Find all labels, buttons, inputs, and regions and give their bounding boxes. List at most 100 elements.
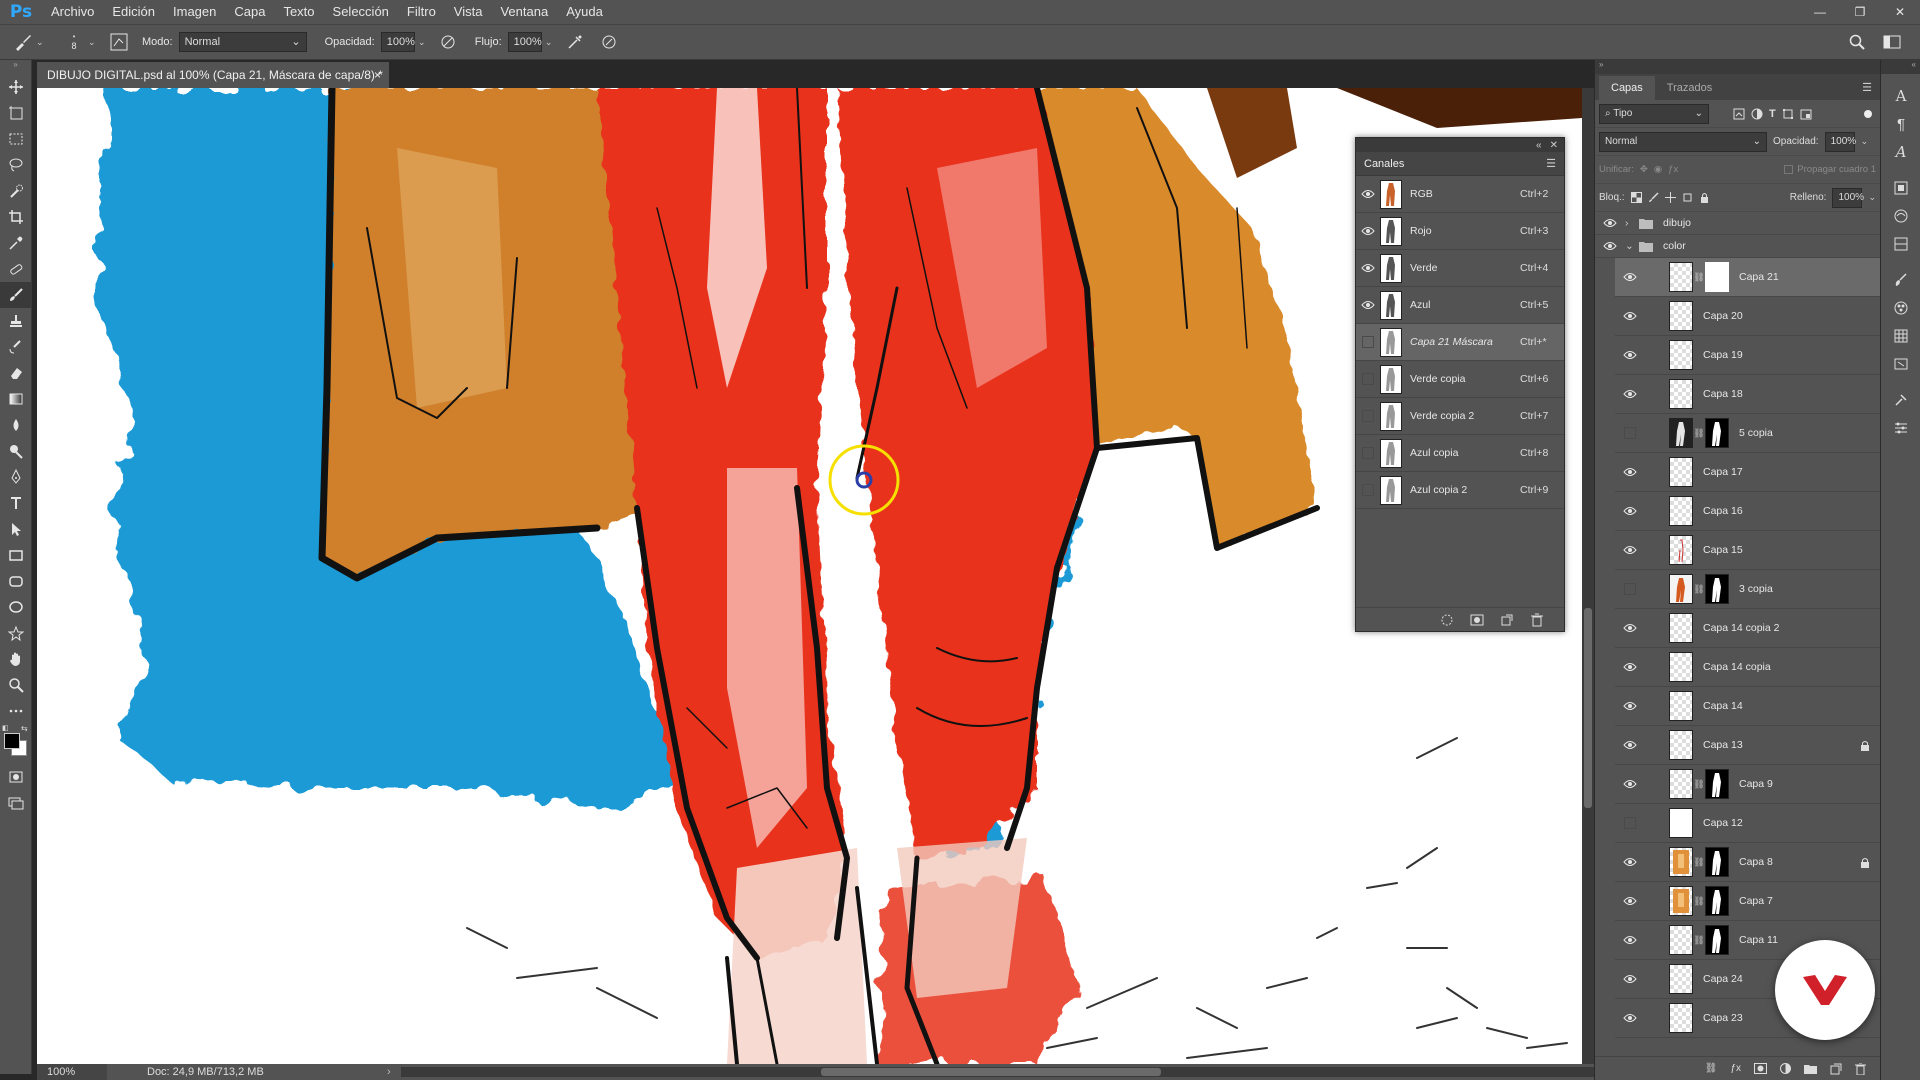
eye-icon[interactable] [1595,241,1625,251]
workspace-icon[interactable] [1880,29,1906,55]
lasso-tool-icon[interactable] [0,152,32,178]
close-window-icon[interactable]: ✕ [1880,0,1920,24]
lock-transparent-icon[interactable] [1630,192,1642,203]
eye-icon[interactable] [1615,623,1645,633]
menu-vista[interactable]: Vista [445,0,492,24]
rectangle-tool-icon[interactable] [0,542,32,568]
eye-icon[interactable] [1615,701,1645,711]
eye-icon[interactable] [1615,350,1645,360]
chevron-right-icon[interactable]: › [1625,217,1639,229]
channel-row[interactable]: Azul Ctrl+5 [1356,287,1564,324]
collapse-icon[interactable]: « [1536,140,1542,151]
unify-style-icon[interactable]: ƒx [1668,164,1678,175]
layer-filter-select[interactable]: ⌕ Tipo ⌄ [1599,103,1709,124]
eye-hidden-icon[interactable] [1615,817,1645,829]
link-icon[interactable]: ⛓ [1693,272,1705,283]
eye-hidden-icon[interactable] [1356,484,1380,496]
eye-icon[interactable] [1615,272,1645,282]
menu-ayuda[interactable]: Ayuda [557,0,612,24]
zoom-tool-icon[interactable] [0,672,32,698]
hscroll-thumb[interactable] [820,1068,1161,1076]
layer-row[interactable]: ⛓ Capa 8 [1615,843,1880,882]
color-swatches[interactable]: ◧ ⇆ [0,724,32,764]
layer-row[interactable]: ⛓ 3 copia [1615,570,1880,609]
document-tab[interactable]: DIBUJO DIGITAL.psd al 100% (Capa 21, Más… [37,62,389,88]
zoom-level[interactable]: 100% [37,1064,107,1080]
unify-position-icon[interactable]: ✥ [1640,164,1648,175]
scroll-thumb[interactable] [1584,608,1592,808]
layer-row[interactable]: Capa 16 [1615,492,1880,531]
group-color[interactable]: ⌄ color [1595,235,1880,258]
character-panel-icon[interactable]: A [1881,82,1920,110]
navigator-panel-icon[interactable] [1881,350,1920,378]
layer-mask-thumbnail[interactable] [1705,847,1729,877]
swatches-panel-icon[interactable] [1881,322,1920,350]
airbrush-icon[interactable] [562,29,588,55]
layer-row[interactable]: Capa 14 copia [1615,648,1880,687]
link-icon[interactable]: ⛓ [1693,584,1705,595]
clone-stamp-tool-icon[interactable] [0,308,32,334]
libraries-panel-icon[interactable] [1881,174,1920,202]
new-group-icon[interactable] [1804,1064,1817,1074]
brush-tool-icon[interactable] [0,282,32,308]
trash-icon[interactable] [1855,1062,1866,1075]
channel-row[interactable]: Azul copia 2 Ctrl+9 [1356,472,1564,509]
channel-row[interactable]: RGB Ctrl+2 [1356,176,1564,213]
eye-hidden-icon[interactable] [1356,373,1380,385]
layer-row[interactable]: Capa 14 copia 2 [1615,609,1880,648]
filter-smart-object-icon[interactable] [1800,108,1812,120]
layer-row[interactable]: Capa 15 [1615,531,1880,570]
new-layer-icon[interactable] [1830,1063,1842,1075]
channels-tab[interactable]: Canales [1364,158,1404,170]
color-panel-icon[interactable] [1881,294,1920,322]
eye-icon[interactable] [1356,263,1380,273]
channel-row[interactable]: Verde copia 2 Ctrl+7 [1356,398,1564,435]
layer-mask-thumbnail[interactable] [1705,769,1729,799]
filter-toggle-icon[interactable] [1864,109,1872,118]
horizontal-scrollbar[interactable] [400,1067,1594,1077]
menu-capa[interactable]: Capa [225,0,274,24]
close-tab-icon[interactable]: × [374,62,381,88]
foreground-color-swatch[interactable] [4,733,20,749]
eye-icon[interactable] [1615,467,1645,477]
eye-icon[interactable] [1615,545,1645,555]
menu-edicion[interactable]: Edición [103,0,164,24]
layer-opacity-field[interactable]: 100% [1824,131,1856,152]
eye-icon[interactable] [1615,662,1645,672]
chevron-down-icon[interactable]: ⌄ [88,37,98,48]
layer-mask-thumbnail[interactable] [1705,886,1729,916]
eye-icon[interactable] [1356,189,1380,199]
layer-mask-thumbnail[interactable] [1705,925,1729,955]
chevron-down-icon[interactable]: ⌄ [36,37,46,48]
tab-capas[interactable]: Capas [1599,76,1655,100]
tool-presets-icon[interactable] [1881,386,1920,414]
lock-pixels-icon[interactable] [1648,192,1659,203]
channel-row[interactable]: Azul copia Ctrl+8 [1356,435,1564,472]
layer-row[interactable]: Capa 18 [1615,375,1880,414]
lock-all-icon[interactable] [1699,192,1710,203]
channel-row[interactable]: Verde Ctrl+4 [1356,250,1564,287]
filter-shape-icon[interactable] [1782,108,1794,120]
move-tool-icon[interactable] [0,74,32,100]
collapse-icon[interactable]: « [1881,60,1920,74]
layer-row[interactable]: Capa 20 [1615,297,1880,336]
gradient-tool-icon[interactable] [0,386,32,412]
chevron-right-icon[interactable]: › [387,1066,391,1078]
eye-icon[interactable] [1615,311,1645,321]
type-tool-icon[interactable] [0,490,32,516]
eye-icon[interactable] [1615,740,1645,750]
brushes-panel-icon[interactable] [1881,266,1920,294]
layer-mask-thumbnail[interactable] [1705,262,1729,292]
link-icon[interactable]: ⛓ [1693,896,1705,907]
eye-icon[interactable] [1356,300,1380,310]
quick-mask-icon[interactable] [0,764,32,790]
layer-mask-thumbnail[interactable] [1705,574,1729,604]
brush-size-picker[interactable]: • 8 [60,29,88,55]
properties-panel-icon[interactable] [1881,414,1920,442]
channel-row[interactable]: Rojo Ctrl+3 [1356,213,1564,250]
fill-field[interactable]: 100% [1832,187,1864,208]
pressure-size-icon[interactable] [596,29,622,55]
load-selection-icon[interactable] [1440,613,1454,627]
save-selection-icon[interactable] [1470,613,1484,627]
link-icon[interactable]: ⛓ [1693,857,1705,868]
